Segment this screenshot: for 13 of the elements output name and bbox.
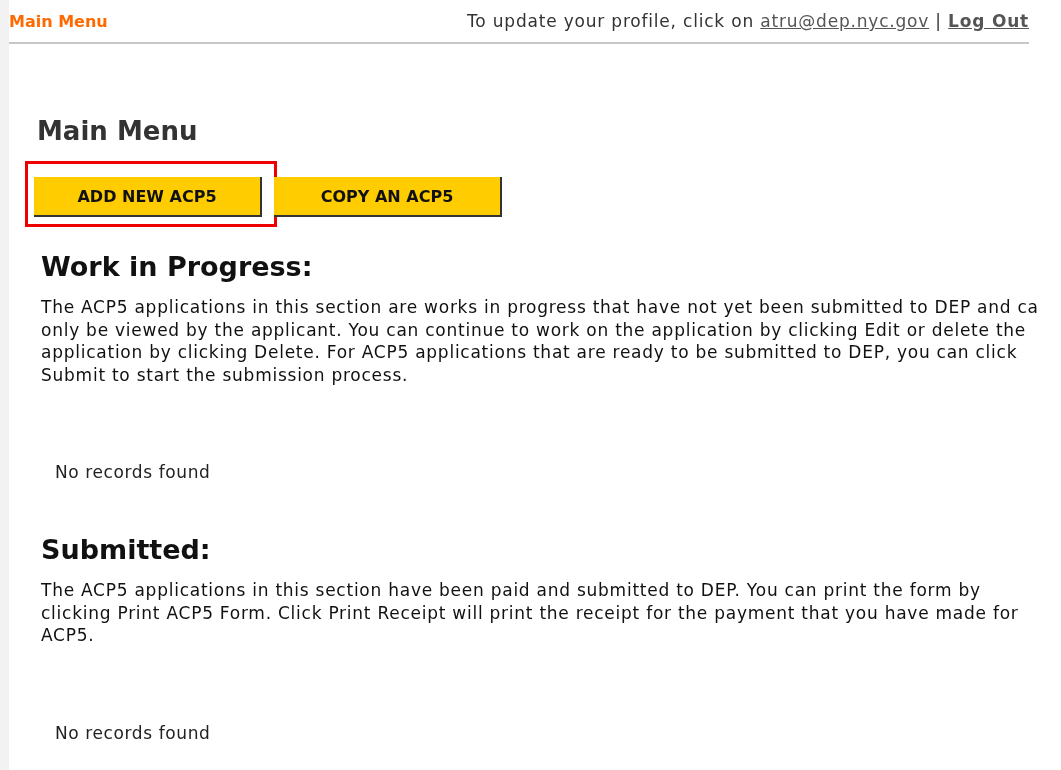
profile-text: To update your profile, click on atru@dep.nyc.gov | Log Out	[467, 11, 1029, 31]
logout-link[interactable]: Log Out	[948, 11, 1029, 31]
page-title: Main Menu	[37, 116, 199, 146]
section-description: The ACP5 applications in this section are works in progress that have not yet been submitted to DEP and ca only be viewed by the applicant. You can continue to work on the application by clicking Edit or delete the application by clicking Delete. For ACP5 applications that are ready to be submitted to DEP, you can click Submit to start the submission process.	[41, 296, 1040, 386]
empty-message: No records found	[55, 462, 212, 482]
section-title: Work in Progress:	[41, 251, 314, 282]
action-button[interactable]: ADD NEW ACP5	[34, 177, 262, 217]
header-title: Main Menu	[9, 11, 108, 31]
section-description: The ACP5 applications in this section have been paid and submitted to DEP. You can print the form by clicking Print ACP5 Form. Click Print Receipt will print the receipt for the payment that you have made for ACP5.	[41, 579, 1020, 647]
empty-message: No records found	[55, 722, 212, 743]
section-title: Submitted:	[41, 534, 212, 565]
email-link[interactable]: atru@dep.nyc.gov	[760, 11, 930, 31]
action-button[interactable]: COPY AN ACP5	[274, 177, 502, 217]
